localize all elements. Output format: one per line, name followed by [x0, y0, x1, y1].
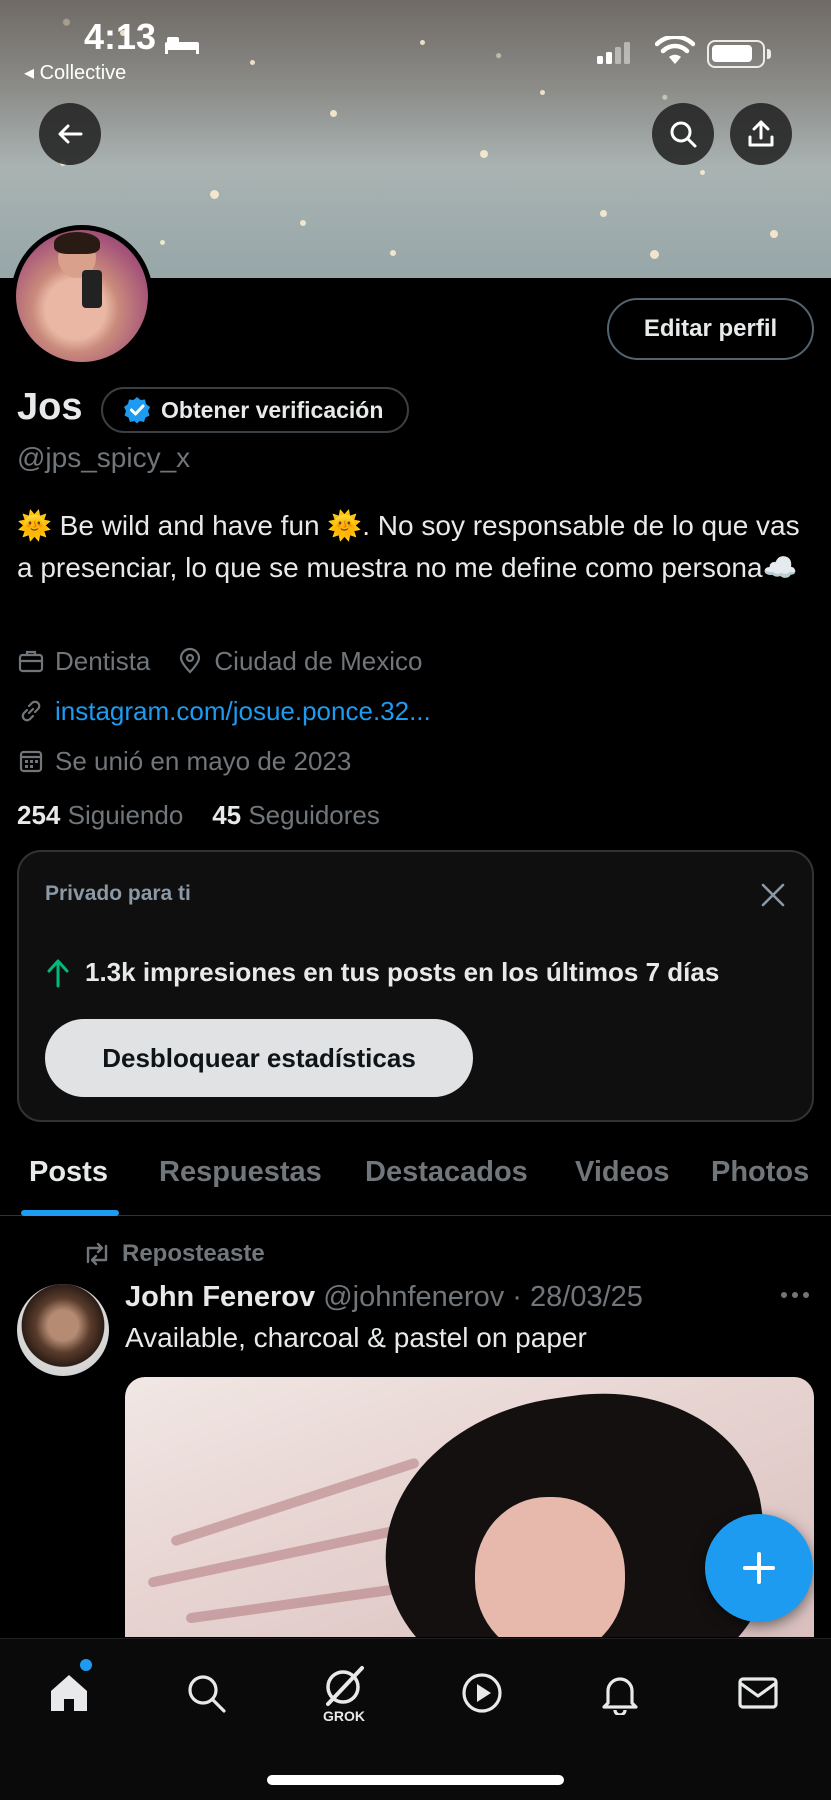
edit-profile-button[interactable]: Editar perfil	[607, 298, 814, 360]
status-time: 4:13	[84, 16, 157, 57]
following-label: Siguiendo	[67, 800, 184, 830]
profession-text: Dentista	[55, 645, 151, 676]
repost-icon	[86, 1242, 108, 1266]
arrow-left-icon	[58, 124, 83, 144]
mail-icon	[738, 1677, 778, 1709]
nav-videos[interactable]	[452, 1663, 512, 1723]
share-icon	[748, 120, 774, 147]
nav-search[interactable]	[176, 1663, 236, 1723]
post-text: Available, charcoal & pastel on paper	[125, 1322, 587, 1353]
profile-bio: 🌞 Be wild and have fun 🌞. No soy respons…	[17, 510, 800, 583]
tab-highlights[interactable]: Destacados	[365, 1156, 528, 1189]
private-insights-card: Privado para ti 1.3k impresiones en tus …	[17, 850, 814, 1122]
signal-icon	[597, 42, 630, 64]
post-author-name[interactable]: John Fenerov	[125, 1281, 315, 1313]
share-button[interactable]	[730, 103, 792, 165]
search-profile-button[interactable]	[652, 103, 714, 165]
following-count: 254	[17, 800, 61, 830]
follow-stats: 254 Siguiendo 45 Seguidores	[17, 800, 380, 831]
followers-count: 45	[212, 800, 242, 830]
post-date[interactable]: 28/03/25	[530, 1281, 643, 1313]
notification-dot	[80, 1659, 92, 1671]
location-text: Ciudad de Mexico	[214, 645, 423, 676]
search-icon	[188, 1675, 226, 1713]
post-header: John Fenerov @johnfenerov · 28/03/25	[125, 1281, 643, 1314]
bed-icon	[165, 37, 199, 54]
unlock-stats-button[interactable]: Desbloquear estadísticas	[45, 1019, 473, 1097]
profile-avatar[interactable]	[11, 225, 153, 367]
nav-messages[interactable]	[728, 1663, 788, 1723]
tab-replies[interactable]: Respuestas	[159, 1156, 322, 1189]
link-icon	[21, 700, 41, 722]
bell-icon	[602, 1677, 638, 1715]
home-indicator[interactable]	[267, 1775, 564, 1785]
joined-text: Se unió en mayo de 2023	[55, 745, 352, 776]
repost-indicator: Reposteaste	[82, 1240, 265, 1268]
nav-home[interactable]	[39, 1663, 99, 1723]
followers-label: Seguidores	[248, 800, 380, 830]
compose-post-button[interactable]	[705, 1514, 813, 1622]
search-icon	[670, 121, 697, 148]
back-to-app-link[interactable]: ◂ Collective	[24, 60, 126, 85]
nav-notifications[interactable]	[590, 1663, 650, 1723]
active-tab-indicator	[21, 1210, 119, 1216]
profile-name: Jos	[17, 386, 83, 428]
battery-icon	[707, 40, 765, 68]
video-play-icon	[462, 1673, 502, 1713]
close-icon[interactable]	[760, 882, 786, 908]
avatar-phone	[82, 270, 102, 308]
impressions-stat: 1.3k impresiones en tus posts en los últ…	[45, 957, 719, 988]
profile-link-row[interactable]: instagram.com/josue.ponce.32...	[17, 693, 431, 729]
followers-link[interactable]: 45 Seguidores	[212, 800, 380, 830]
briefcase-icon	[18, 650, 44, 673]
wifi-icon	[655, 36, 695, 64]
tab-photos[interactable]: Photos	[711, 1156, 809, 1189]
tab-posts[interactable]: Posts	[29, 1156, 108, 1189]
grok-label: GROK	[323, 1708, 365, 1724]
post-separator: ·	[504, 1281, 530, 1313]
impressions-text: 1.3k impresiones en tus posts en los últ…	[85, 957, 720, 987]
profile-meta-row: Dentista Ciudad de Mexico	[17, 643, 423, 679]
tab-videos[interactable]: Videos	[575, 1156, 670, 1189]
following-link[interactable]: 254 Siguiendo	[17, 800, 183, 830]
back-button[interactable]	[39, 103, 101, 165]
grok-icon	[326, 1666, 364, 1706]
insights-card-title: Privado para ti	[45, 882, 191, 905]
nav-grok[interactable]: GROK	[314, 1653, 374, 1733]
avatar-hair	[54, 232, 100, 254]
artwork-face	[475, 1497, 625, 1637]
location-pin-icon	[180, 647, 201, 674]
more-options-icon[interactable]	[780, 1290, 810, 1300]
plus-icon	[743, 1552, 775, 1584]
get-verified-label: Obtener verificación	[161, 396, 384, 423]
home-icon	[51, 1675, 87, 1711]
profile-tabs: Posts Respuestas Destacados Videos Photo…	[0, 1148, 831, 1216]
arrow-up-icon	[47, 959, 69, 987]
profile-handle: @jps_spicy_x	[17, 442, 191, 473]
profile-website-link[interactable]: instagram.com/josue.ponce.32...	[55, 696, 431, 727]
post-author-avatar[interactable]	[17, 1284, 109, 1376]
status-bar: 4:13 ◂ Collective	[0, 14, 831, 84]
battery-tip	[767, 49, 771, 59]
verified-badge-icon	[124, 397, 150, 424]
repost-label: Reposteaste	[122, 1240, 265, 1267]
calendar-icon	[19, 750, 43, 773]
post-image[interactable]	[125, 1377, 814, 1637]
post-author-handle[interactable]: @johnfenerov	[323, 1281, 504, 1313]
get-verified-button[interactable]: Obtener verificación	[101, 387, 410, 433]
joined-row: Se unió en mayo de 2023	[17, 743, 351, 779]
